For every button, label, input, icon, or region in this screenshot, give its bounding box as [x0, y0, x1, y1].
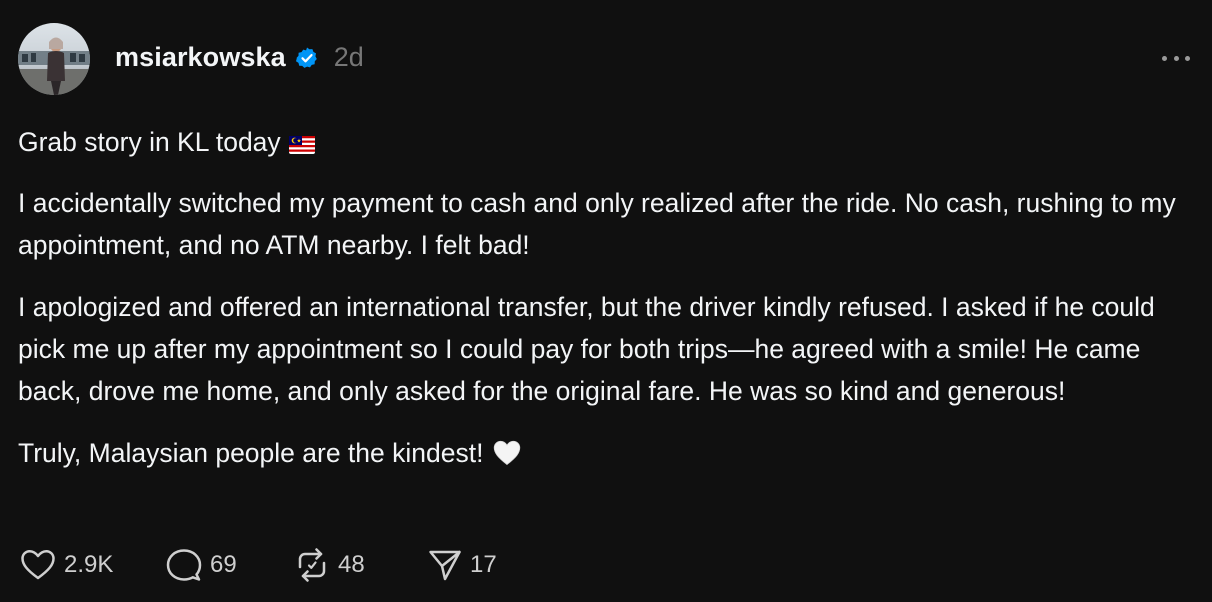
post-paragraph: I accidentally switched my payment to ca…: [18, 188, 1176, 260]
comment-icon: [166, 549, 202, 581]
repost-icon: [298, 548, 326, 582]
like-button[interactable]: 2.9K: [20, 549, 166, 581]
post-timestamp: 2d: [333, 42, 364, 72]
malaysia-flag-icon: [288, 136, 315, 154]
reply-button[interactable]: 69: [166, 548, 294, 582]
username[interactable]: msiarkowska: [115, 42, 286, 73]
post-paragraph: Grab story in KL today: [18, 121, 1203, 163]
share-count: 17: [470, 551, 497, 578]
post-paragraph: I apologized and offered an internationa…: [18, 292, 1155, 406]
post-paragraph: Truly, Malaysian people are the kindest!: [18, 432, 1203, 474]
white-heart-icon: [494, 440, 521, 466]
more-options-icon[interactable]: [1162, 50, 1190, 66]
post-actions: 2.9K 69 48 17: [20, 545, 528, 585]
send-icon: [429, 550, 461, 581]
share-button[interactable]: 17: [428, 549, 528, 581]
post-header: msiarkowska 2d: [18, 22, 364, 96]
like-count: 2.9K: [64, 551, 114, 578]
reply-count: 69: [210, 551, 237, 578]
avatar[interactable]: [18, 23, 90, 95]
repost-count: 48: [338, 551, 365, 578]
repost-button[interactable]: 48: [294, 548, 428, 582]
post-body: Grab story in KL today I accidentally sw…: [18, 121, 1203, 494]
heart-icon: [21, 549, 55, 580]
verified-badge-icon: [295, 47, 317, 68]
thread-post: msiarkowska 2d Grab story in KL today I …: [0, 0, 1212, 602]
